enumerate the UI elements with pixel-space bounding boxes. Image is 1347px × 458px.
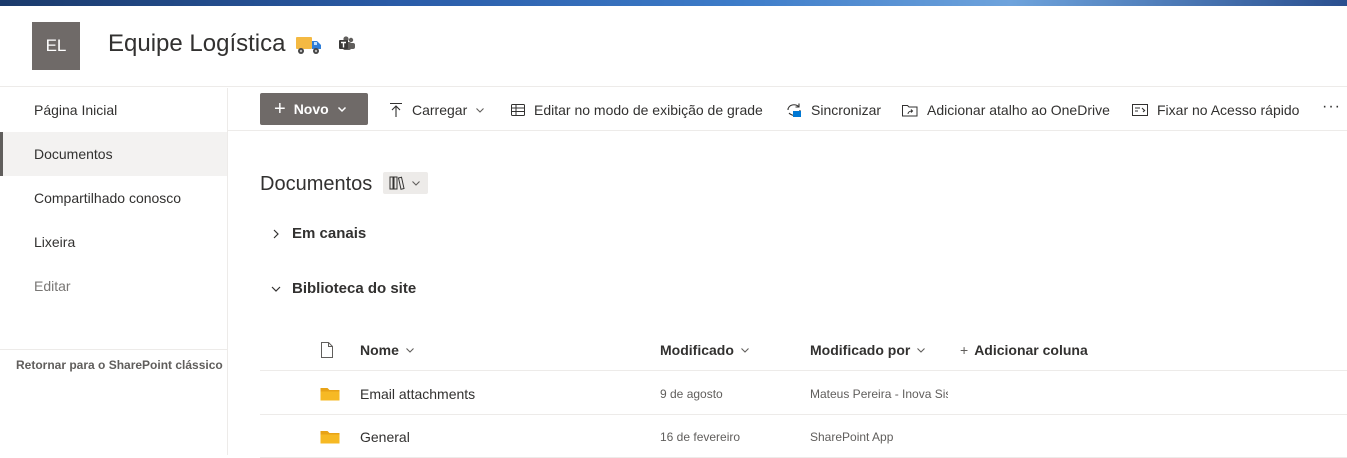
row-name[interactable]: Email attachments	[360, 372, 475, 415]
chevron-down-icon	[412, 181, 420, 186]
site-title[interactable]: Equipe Logística	[108, 30, 285, 58]
row-name[interactable]: General	[360, 415, 410, 458]
table-row[interactable]: General 16 de fevereiro SharePoint App	[260, 415, 1347, 458]
folder-icon	[320, 372, 340, 415]
nav-item-label: Página Inicial	[34, 102, 118, 118]
row-modified: 9 de agosto	[660, 386, 723, 401]
name-column-label: Nome	[360, 342, 399, 358]
onedrive-shortcut-label: Adicionar atalho ao OneDrive	[927, 101, 1110, 118]
nav-item-recycle-bin[interactable]: Lixeira	[0, 220, 227, 264]
name-column-header[interactable]: Nome	[360, 329, 415, 371]
left-navigation: Página Inicial Documentos Compartilhado …	[0, 88, 228, 455]
document-icon	[321, 342, 333, 358]
site-logo[interactable]: EL	[32, 22, 80, 70]
row-modified-by[interactable]: Mateus Pereira - Inova Sistemas	[810, 372, 948, 415]
upload-label: Carregar	[412, 101, 468, 118]
site-header: EL Equipe Logística	[0, 6, 1347, 87]
nav-item-shared-with-us[interactable]: Compartilhado conosco	[0, 176, 227, 220]
grid-edit-button[interactable]: Editar no modo de exibição de grade	[510, 88, 763, 131]
truck-icon	[296, 37, 321, 54]
list-header: Nome Modificado Modificado por + Adicion…	[260, 329, 1347, 371]
group-label: Biblioteca do site	[292, 280, 417, 297]
folder-icon	[320, 415, 340, 458]
pin-quick-access-label: Fixar no Acesso rápido	[1157, 101, 1300, 118]
nav-item-label: Documentos	[34, 146, 113, 162]
nav-item-label: Compartilhado conosco	[34, 190, 182, 206]
library-view-icon	[389, 176, 405, 190]
modified-by-column-label: Modificado por	[810, 342, 911, 358]
grid-edit-label: Editar no modo de exibição de grade	[534, 101, 763, 118]
chevron-down-icon	[271, 286, 281, 292]
modified-by-column-header[interactable]: Modificado por	[810, 329, 926, 371]
chevron-down-icon	[741, 348, 749, 353]
new-button-label: Novo	[293, 101, 329, 117]
chevron-right-icon	[273, 229, 279, 238]
chevron-down-icon	[917, 348, 926, 353]
table-row[interactable]: Email attachments 9 de agosto Mateus Per…	[260, 372, 1347, 415]
add-column-button[interactable]: + Adicionar coluna	[960, 329, 1088, 371]
upload-icon	[390, 102, 402, 117]
new-button[interactable]: + Novo	[260, 93, 368, 125]
group-in-channels[interactable]: Em canais	[270, 225, 366, 242]
group-label: Em canais	[292, 225, 367, 242]
return-to-classic-link[interactable]: Retornar para o SharePoint clássico	[16, 358, 223, 372]
teams-icon[interactable]	[338, 35, 356, 53]
grid-icon	[511, 103, 525, 116]
row-modified: 16 de fevereiro	[660, 429, 741, 444]
library-title: Documentos	[260, 173, 373, 195]
onedrive-shortcut-icon	[902, 104, 918, 116]
view-switcher-button[interactable]	[383, 172, 428, 194]
more-options-button[interactable]: ···	[1322, 98, 1341, 116]
site-logo-initials: EL	[45, 36, 67, 55]
nav-item-label: Lixeira	[34, 234, 76, 250]
plus-icon: +	[274, 98, 286, 120]
row-modified-by[interactable]: SharePoint App	[810, 415, 948, 458]
sync-icon	[787, 103, 801, 117]
nav-item-edit[interactable]: Editar	[0, 264, 227, 308]
modified-column-label: Modificado	[660, 342, 734, 358]
nav-item-home[interactable]: Página Inicial	[0, 88, 227, 132]
group-site-library[interactable]: Biblioteca do site	[270, 280, 416, 297]
sync-label: Sincronizar	[811, 101, 882, 118]
pin-icon	[1132, 103, 1148, 116]
chevron-down-icon	[476, 107, 485, 113]
add-onedrive-shortcut-button[interactable]: Adicionar atalho ao OneDrive	[901, 88, 1110, 131]
upload-button[interactable]: Carregar	[388, 88, 493, 131]
sync-button[interactable]: Sincronizar	[785, 88, 881, 131]
nav-item-documents[interactable]: Documentos	[0, 132, 227, 176]
nav-divider	[0, 349, 227, 350]
modified-column-header[interactable]: Modificado	[660, 329, 750, 371]
command-bar: + Novo Carregar Editar no modo de exibiç…	[228, 88, 1347, 131]
plus-icon: +	[960, 342, 969, 358]
chevron-down-icon	[337, 106, 346, 113]
nav-item-label: Editar	[34, 278, 71, 294]
file-type-column-header[interactable]	[320, 329, 334, 371]
add-column-label: Adicionar coluna	[974, 342, 1088, 358]
chevron-down-icon	[406, 348, 414, 353]
pin-quick-access-button[interactable]: Fixar no Acesso rápido	[1131, 88, 1299, 131]
